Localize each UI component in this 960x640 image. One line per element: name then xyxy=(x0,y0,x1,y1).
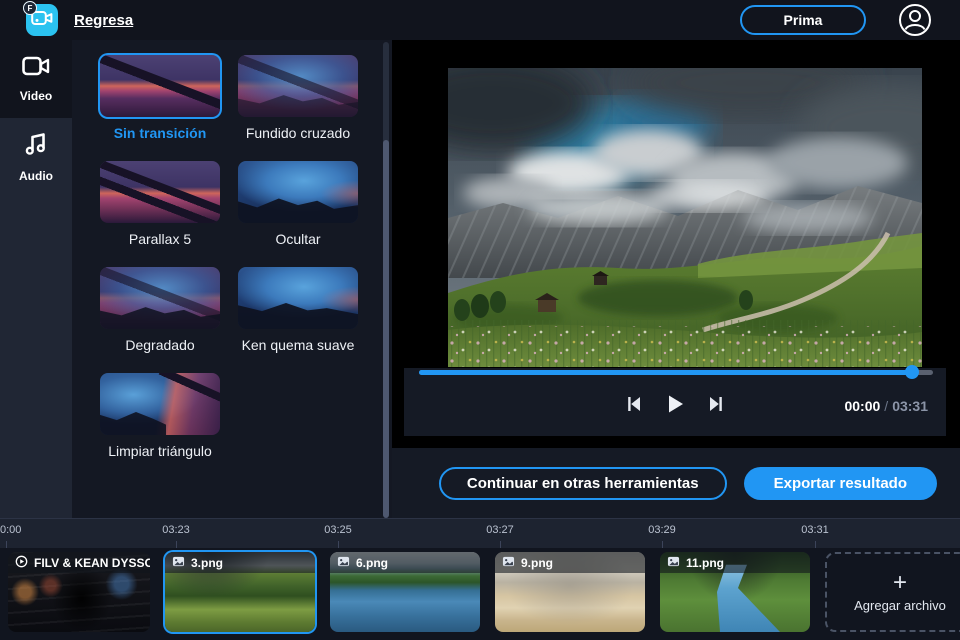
play-icon xyxy=(665,394,685,414)
transitions-grid: Sin transición Fundido cruzado Parallax … xyxy=(72,40,392,459)
add-file-button[interactable]: + Agregar archivo xyxy=(825,552,960,632)
clip-label: 6.png xyxy=(330,552,480,573)
duration: 03:31 xyxy=(892,398,928,414)
logo-badge: F xyxy=(23,1,37,15)
sidebar-item-video[interactable]: Video xyxy=(0,40,72,118)
transition-thumbnail xyxy=(238,55,358,117)
ruler-label: 03:31 xyxy=(801,524,829,536)
image-icon xyxy=(667,555,680,571)
transition-option-kenburns[interactable]: Ken quema suave xyxy=(238,267,358,353)
time-display: 00:00/03:31 xyxy=(844,398,928,414)
ruler-tick xyxy=(815,541,816,548)
video-player: 00:00/03:31 xyxy=(392,40,960,448)
landscape-preview-image xyxy=(448,68,922,367)
timeline-ruler[interactable]: 0:00 03:23 03:25 03:27 03:29 03:31 xyxy=(0,518,960,548)
next-frame-icon xyxy=(707,395,725,413)
transition-option-parallax[interactable]: Parallax 5 xyxy=(100,161,220,247)
transition-option-wipe-triangle[interactable]: Limpiar triángulo xyxy=(100,373,220,459)
timeline-clip-11png[interactable]: 11.png xyxy=(660,552,810,632)
clip-name: 11.png xyxy=(686,556,724,570)
transition-thumbnail xyxy=(100,161,220,223)
clip-label: FILV & KEAN DYSSO - ... xyxy=(8,552,150,573)
transition-option-crossfade[interactable]: Fundido cruzado xyxy=(238,55,358,141)
transition-label: Ocultar xyxy=(275,231,320,247)
back-link[interactable]: Regresa xyxy=(74,12,133,29)
timeline-clip-audio[interactable]: FILV & KEAN DYSSO - ... xyxy=(8,552,150,632)
export-result-button[interactable]: Exportar resultado xyxy=(744,467,937,500)
transition-label: Parallax 5 xyxy=(129,231,191,247)
play-button[interactable] xyxy=(665,394,685,414)
transition-label: Sin transición xyxy=(114,125,207,141)
transition-label: Fundido cruzado xyxy=(246,125,350,141)
progress-bar[interactable] xyxy=(419,370,933,375)
app-logo[interactable]: F xyxy=(26,4,58,36)
transition-thumbnail xyxy=(238,161,358,223)
transitions-panel: Sin transición Fundido cruzado Parallax … xyxy=(72,40,392,518)
clip-name: 9.png xyxy=(521,556,553,570)
ruler-tick xyxy=(176,541,177,548)
current-time: 00:00 xyxy=(844,398,880,414)
ruler-label: 03:27 xyxy=(486,524,514,536)
ruler-tick xyxy=(662,541,663,548)
sidebar-item-audio[interactable]: Audio xyxy=(0,118,72,196)
premium-button[interactable]: Prima xyxy=(740,5,866,35)
timeline-clip-6png[interactable]: 6.png xyxy=(330,552,480,632)
clip-label: 9.png xyxy=(495,552,645,573)
ruler-tick xyxy=(6,541,7,548)
image-icon xyxy=(502,555,515,571)
clip-name: 6.png xyxy=(356,556,388,570)
play-circle-icon xyxy=(15,555,28,571)
clip-label: 3.png xyxy=(165,552,315,573)
user-avatar-icon[interactable] xyxy=(898,3,932,37)
sidebar-item-label: Video xyxy=(20,89,52,103)
transition-option-hide[interactable]: Ocultar xyxy=(238,161,358,247)
tools-sidebar: Video Audio xyxy=(0,40,72,518)
transition-thumbnail xyxy=(238,267,358,329)
add-file-label: Agregar archivo xyxy=(854,598,946,613)
plus-icon: + xyxy=(893,572,907,594)
ruler-tick xyxy=(338,541,339,548)
ruler-label: 03:25 xyxy=(324,524,352,536)
video-camera-icon xyxy=(22,55,50,82)
previous-frame-icon xyxy=(625,395,643,413)
continue-other-tools-button[interactable]: Continuar en otras herramientas xyxy=(439,467,727,500)
transition-label: Limpiar triángulo xyxy=(108,443,212,459)
ruler-label: 03:23 xyxy=(162,524,190,536)
actions-bar: Continuar en otras herramientas Exportar… xyxy=(392,448,960,518)
timeline-clip-3png[interactable]: 3.png xyxy=(165,552,315,632)
header-bar: F Regresa Prima xyxy=(0,0,960,40)
sidebar-item-label: Audio xyxy=(19,169,53,183)
transition-option-gradient[interactable]: Degradado xyxy=(100,267,220,353)
progress-handle[interactable] xyxy=(905,365,919,379)
timeline-clip-9png[interactable]: 9.png xyxy=(495,552,645,632)
timeline-clips-strip: FILV & KEAN DYSSO - ... 3.png 6.png xyxy=(0,548,960,640)
panel-scrollbar-thumb[interactable] xyxy=(383,140,389,518)
next-frame-button[interactable] xyxy=(707,395,725,413)
transition-label: Ken quema suave xyxy=(242,337,355,353)
transition-thumbnail xyxy=(100,373,220,435)
previous-frame-button[interactable] xyxy=(625,395,643,413)
clip-name: 3.png xyxy=(191,556,223,570)
ruler-label: 0:00 xyxy=(0,524,21,536)
ruler-label: 03:29 xyxy=(648,524,676,536)
clip-label: 11.png xyxy=(660,552,810,573)
player-controls-bar: 00:00/03:31 xyxy=(404,368,946,436)
progress-fill xyxy=(419,370,912,375)
transition-thumbnail xyxy=(100,267,220,329)
video-preview-frame xyxy=(448,68,922,367)
transition-thumbnail xyxy=(100,55,220,117)
transition-label: Degradado xyxy=(125,337,194,353)
music-note-icon xyxy=(24,131,48,162)
image-icon xyxy=(337,555,350,571)
clip-name: FILV & KEAN DYSSO - ... xyxy=(34,556,150,570)
transition-option-none[interactable]: Sin transición xyxy=(100,55,220,141)
ruler-tick xyxy=(500,541,501,548)
image-icon xyxy=(172,555,185,571)
time-separator: / xyxy=(880,398,892,414)
